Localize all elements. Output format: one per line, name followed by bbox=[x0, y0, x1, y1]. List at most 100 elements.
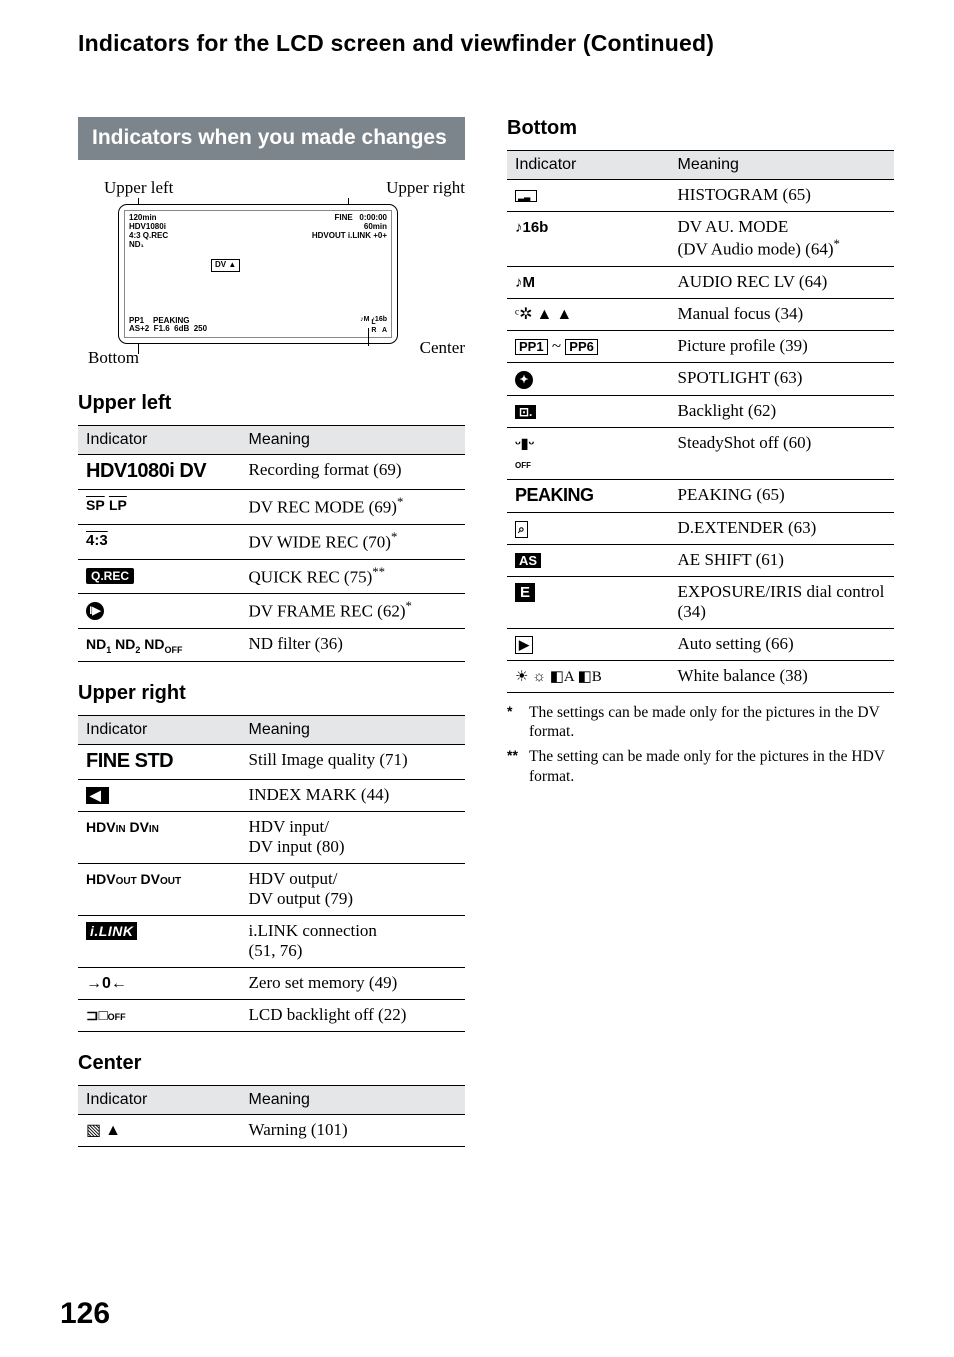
indicator-cell: SP LP bbox=[78, 490, 241, 525]
section-center-title: Center bbox=[78, 1052, 465, 1075]
indicator-cell: ▧ ▲ bbox=[78, 1114, 241, 1146]
meaning-cell: LCD backlight off (22) bbox=[241, 999, 465, 1031]
table-row: ᶜ✲ ▲ ▲Manual focus (34) bbox=[507, 298, 894, 330]
diagram-label-bottom: Bottom bbox=[88, 348, 139, 368]
table-row: FINE STDStill Image quality (71) bbox=[78, 744, 465, 779]
table-row: ✦SPOTLIGHT (63) bbox=[507, 362, 894, 395]
indicator-cell: ᶜ✲ ▲ ▲ bbox=[507, 298, 670, 330]
screen-tl-text: 120min HDV1080i 4:3 Q.REC ND₁ bbox=[129, 214, 168, 249]
meaning-cell: Zero set memory (49) bbox=[241, 967, 465, 999]
indicator-cell: ᵕ▮ᵕOFF bbox=[507, 427, 670, 479]
indicator-cell: ▂▃ bbox=[507, 180, 670, 212]
right-column: Bottom Indicator Meaning ▂▃HISTOGRAM (65… bbox=[507, 117, 894, 1147]
indicator-cell: ND1 ND2 NDOFF bbox=[78, 628, 241, 661]
meaning-cell: DV WIDE REC (70)* bbox=[241, 524, 465, 559]
footnotes: * The settings can be made only for the … bbox=[507, 703, 894, 787]
diagram-label-upper-right: Upper right bbox=[386, 178, 465, 198]
meaning-cell: HDV output/DV output (79) bbox=[241, 863, 465, 915]
footnote-2-mark: ** bbox=[507, 747, 523, 786]
meaning-cell: DV AU. MODE(DV Audio mode) (64)* bbox=[670, 212, 894, 267]
table-row: ᵕ▮ᵕOFFSteadyShot off (60) bbox=[507, 427, 894, 479]
th-meaning: Meaning bbox=[670, 151, 894, 180]
meaning-cell: HISTOGRAM (65) bbox=[670, 180, 894, 212]
left-column: Indicators when you made changes Upper l… bbox=[78, 117, 465, 1147]
table-row: PEAKINGPEAKING (65) bbox=[507, 479, 894, 512]
meaning-cell: ND filter (36) bbox=[241, 628, 465, 661]
indicator-cell: ☀ ☼ ◧A ◧B bbox=[507, 660, 670, 692]
indicator-cell: ⌕ bbox=[507, 512, 670, 544]
table-row: ND1 ND2 NDOFFND filter (36) bbox=[78, 628, 465, 661]
table-row: ♪16bDV AU. MODE(DV Audio mode) (64)* bbox=[507, 212, 894, 267]
table-row: ▂▃HISTOGRAM (65) bbox=[507, 180, 894, 212]
meaning-cell: SPOTLIGHT (63) bbox=[670, 362, 894, 395]
table-row: ▶Auto setting (66) bbox=[507, 628, 894, 660]
page-number: 126 bbox=[60, 1297, 110, 1331]
indicator-cell: Q.REC bbox=[78, 559, 241, 594]
meaning-cell: Manual focus (34) bbox=[670, 298, 894, 330]
indicator-cell: 4:3 bbox=[78, 524, 241, 559]
table-row: PP1 ~ PP6Picture profile (39) bbox=[507, 330, 894, 362]
table-row: EEXPOSURE/IRIS dial control (34) bbox=[507, 576, 894, 628]
screen-tr-text: FINE 0:00:00 60min HDVOUT i.LINK +0+ bbox=[312, 214, 387, 240]
table-row: ▧ ▲Warning (101) bbox=[78, 1114, 465, 1146]
table-row: 4:3DV WIDE REC (70)* bbox=[78, 524, 465, 559]
banner: Indicators when you made changes bbox=[78, 117, 465, 160]
meaning-cell: D.EXTENDER (63) bbox=[670, 512, 894, 544]
indicator-cell: ▶ bbox=[507, 628, 670, 660]
meaning-cell: i.LINK connection(51, 76) bbox=[241, 915, 465, 967]
footnote-2: ** The setting can be made only for the … bbox=[507, 747, 894, 786]
indicator-cell: ♪M bbox=[507, 266, 670, 298]
footnote-1-mark: * bbox=[507, 703, 523, 742]
th-meaning: Meaning bbox=[241, 1085, 465, 1114]
meaning-cell: PEAKING (65) bbox=[670, 479, 894, 512]
table-row: HDV1080i DVRecording format (69) bbox=[78, 455, 465, 490]
indicator-cell: PP1 ~ PP6 bbox=[507, 330, 670, 362]
indicator-cell: I▶ bbox=[78, 594, 241, 629]
indicator-cell: E bbox=[507, 576, 670, 628]
meaning-cell: AUDIO REC LV (64) bbox=[670, 266, 894, 298]
section-upper-right-title: Upper right bbox=[78, 682, 465, 705]
table-upper-left: Indicator Meaning HDV1080i DVRecording f… bbox=[78, 425, 465, 661]
table-row: ASAE SHIFT (61) bbox=[507, 544, 894, 576]
table-row: Q.RECQUICK REC (75)** bbox=[78, 559, 465, 594]
table-row: SP LPDV REC MODE (69)* bbox=[78, 490, 465, 525]
indicator-cell: HDV1080i DV bbox=[78, 455, 241, 490]
table-upper-right: Indicator Meaning FINE STDStill Image qu… bbox=[78, 715, 465, 1032]
footnote-2-text: The setting can be made only for the pic… bbox=[529, 747, 894, 786]
th-indicator: Indicator bbox=[507, 151, 670, 180]
meaning-cell: DV FRAME REC (62)* bbox=[241, 594, 465, 629]
th-indicator: Indicator bbox=[78, 426, 241, 455]
table-row: I▶DV FRAME REC (62)* bbox=[78, 594, 465, 629]
indicator-cell: ⊐□OFF bbox=[78, 999, 241, 1031]
table-row: HDVOUT DVOUTHDV output/DV output (79) bbox=[78, 863, 465, 915]
footnote-1: * The settings can be made only for the … bbox=[507, 703, 894, 742]
screen-brr-text: L R A bbox=[371, 319, 387, 334]
meaning-cell: EXPOSURE/IRIS dial control (34) bbox=[670, 576, 894, 628]
th-meaning: Meaning bbox=[241, 715, 465, 744]
table-row: ♪MAUDIO REC LV (64) bbox=[507, 266, 894, 298]
table-row: ☀ ☼ ◧A ◧BWhite balance (38) bbox=[507, 660, 894, 692]
section-bottom-title: Bottom bbox=[507, 117, 894, 140]
th-indicator: Indicator bbox=[78, 1085, 241, 1114]
meaning-cell: INDEX MARK (44) bbox=[241, 779, 465, 811]
screen-preview-box: 120min HDV1080i 4:3 Q.REC ND₁ FINE 0:00:… bbox=[118, 204, 398, 344]
meaning-cell: White balance (38) bbox=[670, 660, 894, 692]
indicator-cell: AS bbox=[507, 544, 670, 576]
indicator-cell: PEAKING bbox=[507, 479, 670, 512]
screen-bl-text: PP1 PEAKING AS+2 F1.6 6dB 250 bbox=[129, 317, 207, 335]
th-meaning: Meaning bbox=[241, 426, 465, 455]
indicator-cell: ◀ bbox=[78, 779, 241, 811]
meaning-cell: HDV input/DV input (80) bbox=[241, 811, 465, 863]
table-center: Indicator Meaning ▧ ▲Warning (101) bbox=[78, 1085, 465, 1147]
indicator-cell: ♪16b bbox=[507, 212, 670, 267]
meaning-cell: Recording format (69) bbox=[241, 455, 465, 490]
page-title: Indicators for the LCD screen and viewfi… bbox=[78, 30, 894, 57]
section-upper-left-title: Upper left bbox=[78, 392, 465, 415]
meaning-cell: DV REC MODE (69)* bbox=[241, 490, 465, 525]
indicator-cell: HDVOUT DVOUT bbox=[78, 863, 241, 915]
diagram-label-upper-left: Upper left bbox=[104, 178, 173, 198]
meaning-cell: Picture profile (39) bbox=[670, 330, 894, 362]
footnote-1-text: The settings can be made only for the pi… bbox=[529, 703, 894, 742]
indicator-cell: →0← bbox=[78, 967, 241, 999]
table-row: ◀ INDEX MARK (44) bbox=[78, 779, 465, 811]
